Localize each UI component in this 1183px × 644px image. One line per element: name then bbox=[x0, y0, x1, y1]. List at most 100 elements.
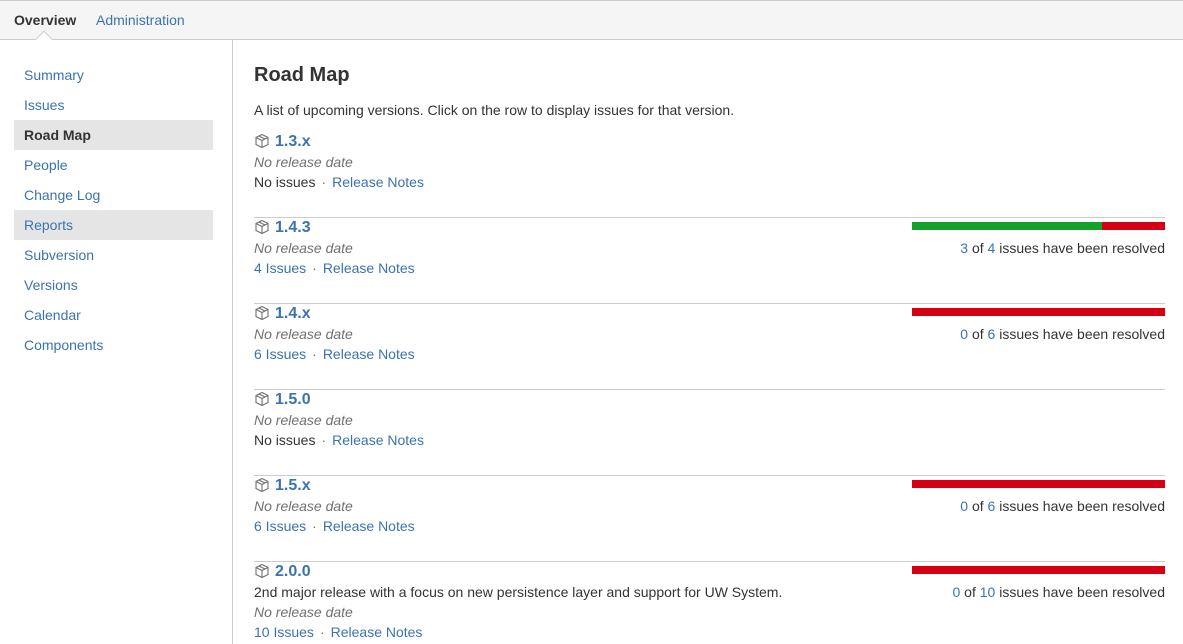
resolved-suffix: issues have been resolved bbox=[999, 326, 1165, 342]
version-description: 2nd major release with a focus on new pe… bbox=[254, 584, 783, 600]
version-row[interactable]: 1.5.0 No release date No issues · Release No… bbox=[254, 390, 1165, 476]
total-count-link[interactable]: 6 bbox=[988, 498, 996, 514]
version-links: 4 Issues · Release Notes bbox=[254, 260, 415, 276]
version-header: 1.5.0 bbox=[254, 390, 311, 410]
version-name-link[interactable]: 2.0.0 bbox=[275, 563, 311, 581]
release-date: No release date bbox=[254, 326, 353, 342]
release-date: No release date bbox=[254, 412, 353, 428]
sidebar-item-summary[interactable]: Summary bbox=[14, 60, 213, 90]
issues-link[interactable]: 10 Issues bbox=[254, 624, 314, 640]
version-name-link[interactable]: 1.3.x bbox=[275, 133, 311, 151]
version-links: 6 Issues · Release Notes bbox=[254, 346, 415, 362]
version-header: 1.4.3 bbox=[254, 218, 311, 238]
progress-bar bbox=[912, 308, 1165, 316]
resolved-count-link[interactable]: 0 bbox=[960, 498, 968, 514]
release-date: No release date bbox=[254, 154, 353, 170]
page-description: A list of upcoming versions. Click on th… bbox=[254, 102, 735, 118]
progress-bar bbox=[912, 566, 1165, 574]
version-row[interactable]: 1.4.3 No release date 4 Issues · Release Not… bbox=[254, 218, 1165, 304]
package-icon bbox=[254, 133, 275, 152]
resolved-summary: 0 of 10 issues have been resolved bbox=[952, 584, 1165, 600]
version-name-link[interactable]: 1.4.3 bbox=[275, 219, 311, 237]
version-links: No issues · Release Notes bbox=[254, 432, 424, 448]
issues-link[interactable]: 6 Issues bbox=[254, 518, 306, 534]
package-icon bbox=[254, 305, 275, 324]
tab-administration[interactable]: Administration bbox=[96, 12, 185, 28]
version-header: 2.0.0 bbox=[254, 562, 311, 582]
issues-count: No issues bbox=[254, 432, 316, 448]
progress-unresolved bbox=[912, 480, 1165, 488]
issues-link[interactable]: 4 Issues bbox=[254, 260, 306, 276]
issues-count: No issues bbox=[254, 174, 316, 190]
progress-unresolved bbox=[912, 308, 1165, 316]
release-notes-link[interactable]: Release Notes bbox=[323, 346, 415, 362]
resolved-count-link[interactable]: 0 bbox=[952, 584, 960, 600]
version-header: 1.5.x bbox=[254, 476, 311, 496]
release-date: No release date bbox=[254, 498, 353, 514]
sidebar-item-change-log[interactable]: Change Log bbox=[14, 180, 213, 210]
resolved-count-link[interactable]: 3 bbox=[960, 240, 968, 256]
release-notes-link[interactable]: Release Notes bbox=[323, 518, 415, 534]
sidebar-item-calendar[interactable]: Calendar bbox=[14, 300, 213, 330]
separator: · bbox=[312, 346, 317, 362]
version-row[interactable]: 1.5.x No release date 6 Issues · Release Not… bbox=[254, 476, 1165, 562]
release-date: No release date bbox=[254, 604, 353, 620]
resolved-summary: 0 of 6 issues have been resolved bbox=[960, 326, 1165, 342]
issues-link[interactable]: 6 Issues bbox=[254, 346, 306, 362]
progress-bar bbox=[912, 222, 1165, 230]
version-row[interactable]: 1.3.x No release date No issues · Release No… bbox=[254, 132, 1165, 218]
separator: · bbox=[321, 432, 327, 448]
version-header: 1.4.x bbox=[254, 304, 311, 324]
total-count-link[interactable]: 6 bbox=[988, 326, 996, 342]
version-links: 6 Issues · Release Notes bbox=[254, 518, 415, 534]
progress-unresolved bbox=[912, 566, 1165, 574]
sidebar-item-versions[interactable]: Versions bbox=[14, 270, 213, 300]
total-count-link[interactable]: 10 bbox=[980, 584, 996, 600]
package-icon bbox=[254, 391, 275, 410]
release-notes-link[interactable]: Release Notes bbox=[332, 174, 424, 190]
release-date: No release date bbox=[254, 240, 353, 256]
resolved-summary: 3 of 4 issues have been resolved bbox=[960, 240, 1165, 256]
sidebar-item-people[interactable]: People bbox=[14, 150, 213, 180]
tab-overview[interactable]: Overview bbox=[14, 12, 76, 28]
resolved-suffix: issues have been resolved bbox=[999, 498, 1165, 514]
release-notes-link[interactable]: Release Notes bbox=[323, 260, 415, 276]
of-text: of bbox=[971, 326, 984, 342]
resolved-suffix: issues have been resolved bbox=[999, 584, 1165, 600]
sidebar-item-road-map[interactable]: Road Map bbox=[14, 120, 213, 150]
total-count-link[interactable]: 4 bbox=[988, 240, 996, 256]
sidebar-item-components[interactable]: Components bbox=[14, 330, 213, 360]
of-text: of bbox=[971, 240, 984, 256]
version-links: 10 Issues · Release Notes bbox=[254, 624, 422, 640]
package-icon bbox=[254, 219, 275, 238]
page-title: Road Map bbox=[254, 64, 350, 86]
package-icon bbox=[254, 477, 275, 496]
version-header: 1.3.x bbox=[254, 132, 311, 152]
version-name-link[interactable]: 1.5.0 bbox=[275, 391, 311, 409]
sidebar-item-subversion[interactable]: Subversion bbox=[14, 240, 213, 270]
version-row[interactable]: 2.0.0 2nd major release with a focus on n… bbox=[254, 562, 1165, 644]
version-links: No issues · Release Notes bbox=[254, 174, 424, 190]
separator: · bbox=[312, 518, 317, 534]
sidebar-item-reports[interactable]: Reports bbox=[14, 210, 213, 240]
separator: · bbox=[312, 260, 317, 276]
progress-resolved bbox=[912, 222, 1102, 230]
progress-bar bbox=[912, 480, 1165, 488]
resolved-summary: 0 of 6 issues have been resolved bbox=[960, 498, 1165, 514]
separator: · bbox=[319, 624, 325, 640]
version-name-link[interactable]: 1.5.x bbox=[275, 477, 311, 495]
resolved-suffix: issues have been resolved bbox=[999, 240, 1165, 256]
release-notes-link[interactable]: Release Notes bbox=[331, 624, 423, 640]
separator: · bbox=[321, 174, 327, 190]
of-text: of bbox=[971, 498, 984, 514]
of-text: of bbox=[964, 584, 976, 600]
sidebar-item-issues[interactable]: Issues bbox=[14, 90, 213, 120]
progress-unresolved bbox=[1101, 222, 1165, 230]
package-icon bbox=[254, 563, 275, 582]
version-row[interactable]: 1.4.x No release date 6 Issues · Release Not… bbox=[254, 304, 1165, 390]
top-navigation: Overview Administration bbox=[0, 0, 1183, 48]
release-notes-link[interactable]: Release Notes bbox=[332, 432, 424, 448]
version-name-link[interactable]: 1.4.x bbox=[275, 305, 311, 323]
resolved-count-link[interactable]: 0 bbox=[960, 326, 968, 342]
sidebar: Summary Issues Road Map People Change Log Rep… bbox=[0, 40, 233, 644]
